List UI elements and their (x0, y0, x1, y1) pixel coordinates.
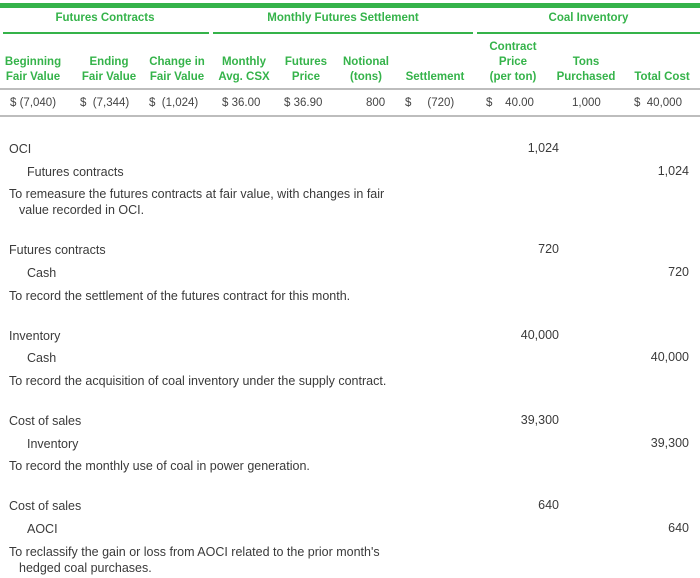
column-header-settlement: Settlement (405, 71, 465, 83)
cell-settlement: $ (720) (405, 97, 455, 109)
column-header-change-in-fair-value: Change in Fair Value (149, 56, 205, 83)
entry-memo: To reclassify the gain or loss from AOCI… (9, 545, 380, 559)
entry-memo: To record the acquisition of coal invent… (9, 374, 387, 388)
credit-account: Inventory (27, 437, 79, 451)
column-header-contract-price: Contract Price (per ton) (489, 41, 537, 83)
credit-account: Cash (27, 351, 57, 365)
header-divider (0, 88, 700, 90)
column-header-ending-fair-value: Ending Fair Value (81, 56, 137, 83)
group-header-coal-inventory: Coal Inventory (548, 12, 629, 24)
group-underline-futures-contracts (3, 32, 209, 34)
credit-amount: 640 (668, 521, 689, 535)
table-top-rule (0, 3, 700, 8)
group-underline-monthly-futures-settlement (213, 32, 473, 34)
cell-ending-fair-value: $ (7,344) (80, 97, 130, 109)
cell-contract-price: $ 40.00 (486, 97, 534, 109)
credit-account: Futures contracts (27, 165, 124, 179)
entry-memo-continued: hedged coal purchases. (19, 561, 152, 575)
debit-amount: 1,024 (527, 141, 559, 155)
debit-amount: 40,000 (520, 328, 559, 342)
entry-memo: To remeasure the futures contracts at fa… (9, 187, 385, 201)
column-header-tons-purchased: Tons Purchased (556, 56, 616, 83)
cell-beginning-fair-value: $ (7,040) (10, 97, 57, 109)
group-underline-coal-inventory (477, 32, 700, 34)
credit-amount: 1,024 (657, 164, 689, 178)
column-header-futures-price: Futures Price (284, 56, 328, 83)
cell-change-in-fair-value: $ (1,024) (149, 97, 199, 109)
group-header-futures-contracts: Futures Contracts (55, 12, 155, 24)
debit-account: Inventory (9, 329, 61, 343)
table-bottom-rule (0, 115, 700, 117)
column-header-monthly-avg-csx: Monthly Avg. CSX (218, 56, 270, 83)
debit-account: Futures contracts (9, 243, 106, 257)
cell-monthly-avg-csx: $ 36.00 (222, 97, 261, 109)
credit-account: Cash (27, 266, 57, 280)
debit-account: Cost of sales (9, 414, 82, 428)
entry-memo: To record the settlement of the futures … (9, 289, 351, 303)
cell-notional-tons: 800 (366, 97, 386, 109)
column-header-total-cost: Total Cost (634, 71, 690, 83)
credit-amount: 720 (668, 265, 689, 279)
credit-amount: 39,300 (650, 436, 689, 450)
cell-total-cost: $ 40,000 (634, 97, 682, 109)
entry-memo-continued: value recorded in OCI. (19, 203, 145, 217)
debit-amount: 39,300 (520, 413, 559, 427)
group-header-monthly-futures-settlement: Monthly Futures Settlement (267, 12, 419, 24)
debit-amount: 640 (538, 498, 559, 512)
credit-account: AOCI (27, 522, 58, 536)
entry-memo: To record the monthly use of coal in pow… (9, 459, 310, 473)
column-header-beginning-fair-value: Beginning Fair Value (4, 56, 62, 83)
debit-amount: 720 (538, 242, 559, 256)
cell-tons-purchased: 1,000 (572, 97, 601, 109)
debit-account: Cost of sales (9, 499, 82, 513)
cell-futures-price: $ 36.90 (284, 97, 323, 109)
debit-account: OCI (9, 142, 32, 156)
column-header-notional-tons: Notional (tons) (343, 56, 389, 83)
credit-amount: 40,000 (650, 350, 689, 364)
